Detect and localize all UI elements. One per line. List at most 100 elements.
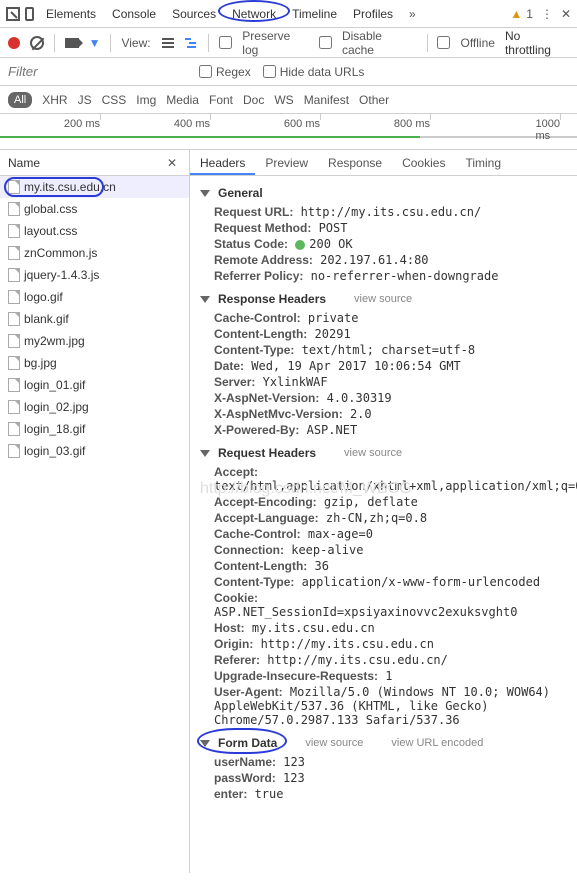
tab-network[interactable]: Network — [224, 2, 284, 26]
file-icon — [8, 422, 20, 436]
close-details-icon[interactable]: ✕ — [163, 156, 181, 170]
type-other-button[interactable]: Other — [359, 93, 389, 107]
name-column-header[interactable]: Name — [8, 156, 40, 170]
request-name: login_02.jpg — [24, 400, 89, 414]
detail-tab-preview[interactable]: Preview — [255, 151, 318, 175]
type-doc-button[interactable]: Doc — [243, 93, 264, 107]
headers-panel: GeneralRequest URL: http://my.its.csu.ed… — [190, 176, 577, 873]
filter-icon[interactable]: ▼ — [89, 36, 101, 50]
device-icon[interactable] — [22, 7, 36, 21]
request-row[interactable]: jquery-1.4.3.js — [0, 264, 189, 286]
header-row: X-AspNetMvc-Version: 2.0 — [200, 406, 567, 422]
clear-icon[interactable] — [30, 36, 44, 50]
detail-tab-response[interactable]: Response — [318, 151, 392, 175]
warnings-icon[interactable]: ▲ — [510, 7, 522, 21]
request-row[interactable]: blank.gif — [0, 308, 189, 330]
offline-label: Offline — [460, 36, 494, 50]
screenshot-icon[interactable] — [65, 38, 79, 48]
tab-elements[interactable]: Elements — [38, 2, 104, 26]
request-name: login_18.gif — [24, 422, 85, 436]
filter-input[interactable] — [8, 64, 187, 79]
request-row[interactable]: login_03.gif — [0, 440, 189, 462]
filter-bar: Regex Hide data URLs — [0, 58, 577, 86]
request-row[interactable]: login_18.gif — [0, 418, 189, 440]
waterfall-icon[interactable] — [184, 36, 198, 50]
inspect-icon[interactable] — [6, 7, 20, 21]
request-row[interactable]: my.its.csu.edu.cn — [0, 176, 189, 198]
header-row: Status Code: 200 OK — [200, 236, 567, 252]
preserve-log-checkbox[interactable] — [219, 36, 232, 49]
detail-tab-cookies[interactable]: Cookies — [392, 151, 455, 175]
header-row: passWord: 123 — [200, 770, 567, 786]
type-ws-button[interactable]: WS — [274, 93, 293, 107]
header-row: Content-Type: text/html; charset=utf-8 — [200, 342, 567, 358]
type-xhr-button[interactable]: XHR — [42, 93, 67, 107]
view-source-button[interactable]: view source — [305, 737, 363, 749]
close-icon[interactable]: ✕ — [561, 7, 571, 21]
disable-cache-checkbox[interactable] — [319, 36, 332, 49]
request-name: global.css — [24, 202, 77, 216]
file-icon — [8, 224, 20, 238]
type-font-button[interactable]: Font — [209, 93, 233, 107]
collapse-icon — [200, 190, 210, 197]
file-icon — [8, 246, 20, 260]
section-header[interactable]: General — [200, 182, 567, 204]
request-row[interactable]: logo.gif — [0, 286, 189, 308]
section-header[interactable]: Form Dataview sourceview URL encoded — [200, 732, 567, 754]
detail-tab-timing[interactable]: Timing — [455, 151, 511, 175]
tabs-overflow[interactable]: » — [403, 7, 422, 21]
throttling-dropdown[interactable]: No throttling — [505, 29, 569, 57]
request-name: logo.gif — [24, 290, 63, 304]
timeline-tick: 400 ms — [174, 118, 210, 130]
collapse-icon — [200, 296, 210, 303]
section-header[interactable]: Response Headersview source — [200, 288, 567, 310]
header-row: Origin: http://my.its.csu.edu.cn — [200, 636, 567, 652]
header-row: Accept-Language: zh-CN,zh;q=0.8 — [200, 510, 567, 526]
collapse-icon — [200, 740, 210, 747]
header-row: Request Method: POST — [200, 220, 567, 236]
header-row: Cache-Control: max-age=0 — [200, 526, 567, 542]
tab-sources[interactable]: Sources — [164, 2, 224, 26]
header-row: Cache-Control: private — [200, 310, 567, 326]
request-row[interactable]: bg.jpg — [0, 352, 189, 374]
tab-console[interactable]: Console — [104, 2, 164, 26]
file-icon — [8, 444, 20, 458]
hide-urls-checkbox[interactable] — [263, 65, 276, 78]
section-header[interactable]: Request Headersview source — [200, 442, 567, 464]
timeline-overview[interactable]: 200 ms400 ms600 ms800 ms1000 ms — [0, 114, 577, 150]
request-row[interactable]: layout.css — [0, 220, 189, 242]
regex-checkbox[interactable] — [199, 65, 212, 78]
request-row[interactable]: login_01.gif — [0, 374, 189, 396]
view-url-encoded-button[interactable]: view URL encoded — [391, 737, 483, 749]
tab-timeline[interactable]: Timeline — [284, 2, 345, 26]
request-name: layout.css — [24, 224, 77, 238]
request-row[interactable]: global.css — [0, 198, 189, 220]
menu-icon[interactable]: ⋮ — [541, 7, 553, 21]
request-row[interactable]: login_02.jpg — [0, 396, 189, 418]
record-icon[interactable] — [8, 37, 20, 49]
timeline-tick: 1000 ms — [536, 118, 560, 142]
detail-tab-headers[interactable]: Headers — [190, 151, 255, 175]
type-img-button[interactable]: Img — [136, 93, 156, 107]
request-row[interactable]: my2wm.jpg — [0, 330, 189, 352]
type-css-button[interactable]: CSS — [102, 93, 127, 107]
request-name: login_03.gif — [24, 444, 85, 458]
request-name: znCommon.js — [24, 246, 97, 260]
timeline-tick: 600 ms — [284, 118, 320, 130]
request-name: bg.jpg — [24, 356, 57, 370]
status-dot-icon — [295, 240, 305, 250]
type-all-button[interactable]: All — [8, 92, 32, 108]
view-source-button[interactable]: view source — [354, 293, 412, 305]
request-name: login_01.gif — [24, 378, 85, 392]
header-row: Referer: http://my.its.csu.edu.cn/ — [200, 652, 567, 668]
detail-tabs: HeadersPreviewResponseCookiesTiming — [190, 150, 577, 176]
request-row[interactable]: znCommon.js — [0, 242, 189, 264]
type-js-button[interactable]: JS — [78, 93, 92, 107]
type-media-button[interactable]: Media — [166, 93, 199, 107]
large-rows-icon[interactable] — [161, 36, 175, 50]
type-manifest-button[interactable]: Manifest — [304, 93, 349, 107]
view-source-button[interactable]: view source — [344, 447, 402, 459]
offline-checkbox[interactable] — [437, 36, 450, 49]
tab-profiles[interactable]: Profiles — [345, 2, 401, 26]
header-row: Date: Wed, 19 Apr 2017 10:06:54 GMT — [200, 358, 567, 374]
